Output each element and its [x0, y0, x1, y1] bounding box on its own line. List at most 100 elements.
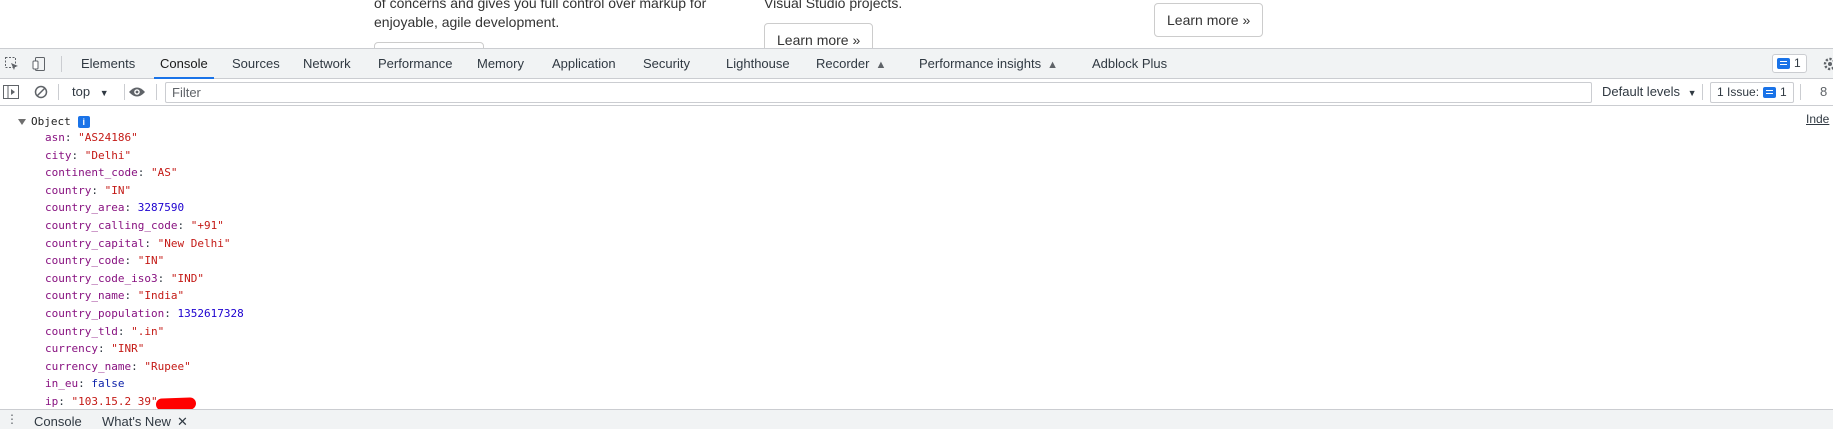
filter-input[interactable]	[165, 82, 1592, 103]
drawer-menu-icon[interactable]: ⋮	[6, 412, 18, 426]
drawer-tab-whats-new-label: What's New	[102, 414, 171, 429]
object-properties: asn: "AS24186" city: "Delhi" continent_cod…	[45, 129, 244, 409]
property-value: "India"	[137, 289, 185, 303]
property-value: "AS"	[150, 166, 178, 180]
issues-label: 1 Issue:	[1717, 85, 1760, 99]
property-row: country_name: "India"	[45, 289, 185, 303]
property-key: currency_name	[45, 359, 132, 373]
tab-performance[interactable]: Performance	[378, 49, 452, 78]
property-value: 1352617328	[177, 306, 244, 320]
property-value: "INR"	[111, 342, 145, 356]
property-value: "IN"	[137, 254, 165, 268]
page-text-line: enjoyable, agile development.	[374, 14, 560, 30]
tab-elements[interactable]: Elements	[81, 49, 135, 78]
drawer-tab-bar: ⋮ Console What's New ✕	[0, 409, 1833, 429]
tab-performance-insights[interactable]: Performance insights ▲	[919, 49, 1058, 78]
property-key: continent_code	[45, 166, 138, 180]
property-key: country_code	[45, 254, 125, 268]
drawer-tab-whats-new[interactable]: What's New ✕	[102, 413, 188, 429]
tab-console[interactable]: Console	[154, 49, 214, 79]
tab-application[interactable]: Application	[552, 49, 616, 78]
device-toolbar-icon[interactable]	[28, 49, 52, 78]
object-label: Object	[31, 115, 71, 128]
property-value: "New Delhi"	[157, 236, 231, 250]
property-key: country_code_iso3	[45, 271, 158, 285]
tab-security[interactable]: Security	[643, 49, 690, 78]
property-value: "IND"	[170, 271, 204, 285]
tab-adblock-plus[interactable]: Adblock Plus	[1092, 49, 1167, 78]
object-expander[interactable]: Object i	[18, 114, 90, 129]
property-key: ip	[45, 394, 59, 408]
messages-badge[interactable]: 1	[1772, 54, 1807, 73]
page-text-line: of concerns and gives you full control o…	[374, 0, 707, 11]
web-page-content: of concerns and gives you full control o…	[0, 0, 1833, 48]
property-value: "103.15.2 39"	[71, 394, 158, 408]
property-value: "Rupee"	[144, 359, 191, 373]
console-output: Object i Inde asn: "AS24186" city: "Delhi…	[0, 106, 1833, 409]
hidden-messages-count: 8	[1820, 84, 1828, 99]
property-value: "+91"	[190, 218, 224, 232]
tab-performance-insights-label: Performance insights	[919, 56, 1042, 71]
tab-memory[interactable]: Memory	[477, 49, 524, 78]
property-key: asn	[45, 131, 65, 144]
message-icon	[1777, 58, 1790, 69]
tab-recorder[interactable]: Recorder ▲	[816, 49, 886, 78]
property-row: country: "IN"	[45, 183, 132, 197]
tab-sources[interactable]: Sources	[232, 49, 280, 78]
issue-icon	[1763, 87, 1777, 98]
expand-triangle-icon	[18, 118, 26, 125]
property-row: city: "Delhi"	[45, 148, 132, 162]
property-key: country_calling_code	[45, 218, 178, 232]
property-row: currency_name: "Rupee"	[45, 359, 191, 373]
drawer-tab-console[interactable]: Console	[34, 413, 82, 429]
property-row: country_tld: ".in"	[45, 324, 165, 338]
console-toolbar: top ▼ Default levels ▼ 1 Issue: 1 8	[0, 79, 1833, 106]
experiment-flask-icon: ▲	[1047, 59, 1059, 71]
property-value: 3287590	[137, 201, 185, 215]
property-key: country	[45, 183, 92, 197]
close-icon[interactable]: ✕	[177, 414, 188, 429]
issues-button[interactable]: 1 Issue: 1	[1710, 82, 1794, 103]
property-value: ".in"	[131, 324, 165, 338]
property-row: country_capital: "New Delhi"	[45, 236, 231, 250]
property-value: "AS24186"	[78, 131, 138, 144]
property-row: country_code: "IN"	[45, 254, 165, 268]
issues-count: 1	[1780, 85, 1787, 99]
property-key: country_tld	[45, 324, 118, 338]
property-key: in_eu	[45, 377, 79, 391]
property-row: ip: "103.15.2 39"	[45, 394, 158, 408]
sidebar-toggle-icon[interactable]	[0, 79, 22, 105]
property-row: country_area: 3287590	[45, 201, 185, 215]
property-row: in_eu: false	[45, 377, 125, 391]
property-key: country_name	[45, 289, 125, 303]
property-key: country_area	[45, 201, 125, 215]
eye-icon[interactable]	[126, 79, 148, 105]
inspect-element-icon[interactable]	[0, 49, 24, 78]
clear-console-icon[interactable]	[30, 79, 52, 105]
gear-icon[interactable]	[1818, 49, 1833, 78]
source-link[interactable]: Inde	[1806, 112, 1829, 126]
property-key: currency	[45, 342, 98, 356]
redaction-mark	[155, 397, 197, 409]
property-key: city	[45, 148, 72, 162]
property-row: continent_code: "AS"	[45, 166, 178, 180]
tab-recorder-label: Recorder	[816, 56, 870, 71]
experiment-flask-icon: ▲	[875, 59, 887, 71]
log-levels-dropdown[interactable]: Default levels ▼	[1602, 79, 1697, 105]
learn-more-button[interactable]: Learn more »	[1154, 3, 1264, 37]
property-row: country_population: 1352617328	[45, 306, 244, 320]
property-row: asn: "AS24186"	[45, 131, 138, 144]
tab-lighthouse[interactable]: Lighthouse	[726, 49, 790, 78]
info-icon[interactable]: i	[77, 115, 90, 128]
learn-more-button[interactable]: Learn more »	[764, 23, 874, 48]
property-value: false	[91, 377, 125, 391]
property-row: country_calling_code: "+91"	[45, 218, 224, 232]
property-value: "Delhi"	[84, 148, 132, 162]
log-levels-label: Default levels	[1602, 84, 1681, 99]
context-selector[interactable]: top ▼	[72, 79, 109, 105]
property-key: country_capital	[45, 236, 145, 250]
dropdown-arrow-icon: ▼	[1687, 88, 1697, 98]
tab-network[interactable]: Network	[303, 49, 351, 78]
property-key: country_population	[45, 306, 165, 320]
property-row: country_code_iso3: "IND"	[45, 271, 204, 285]
